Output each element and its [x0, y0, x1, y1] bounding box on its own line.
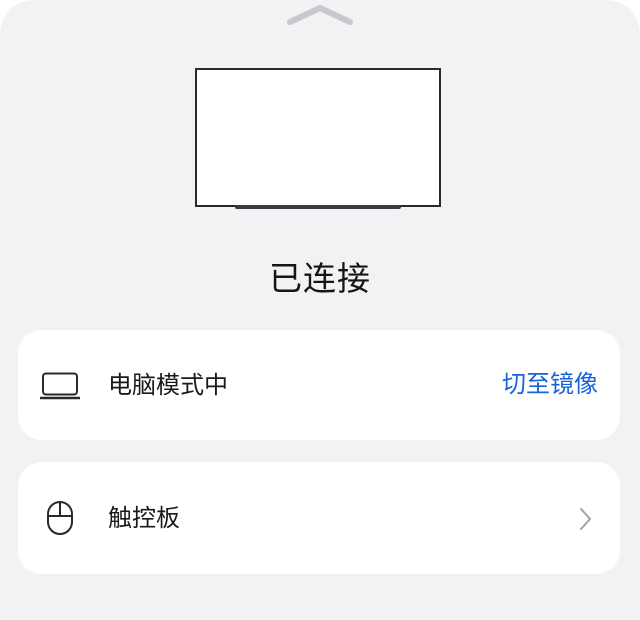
- laptop-icon: [40, 372, 80, 400]
- computer-mode-card: 电脑模式中 切至镜像: [18, 330, 620, 440]
- connection-status-title: 已连接: [269, 259, 371, 298]
- chevron-right-icon: [576, 506, 594, 532]
- touchpad-label: 触控板: [108, 504, 180, 532]
- chevron-up-icon: [287, 5, 353, 25]
- mouse-icon: [46, 500, 74, 536]
- touchpad-row[interactable]: 触控板: [18, 462, 620, 574]
- bottom-sheet: 已连接 电脑模式中 切至镜像 触控板: [0, 0, 640, 620]
- collapse-handle[interactable]: [283, 2, 357, 30]
- computer-mode-label: 电脑模式中: [108, 371, 228, 399]
- tv-icon: [195, 68, 441, 210]
- switch-to-mirror-button[interactable]: 切至镜像: [502, 367, 598, 401]
